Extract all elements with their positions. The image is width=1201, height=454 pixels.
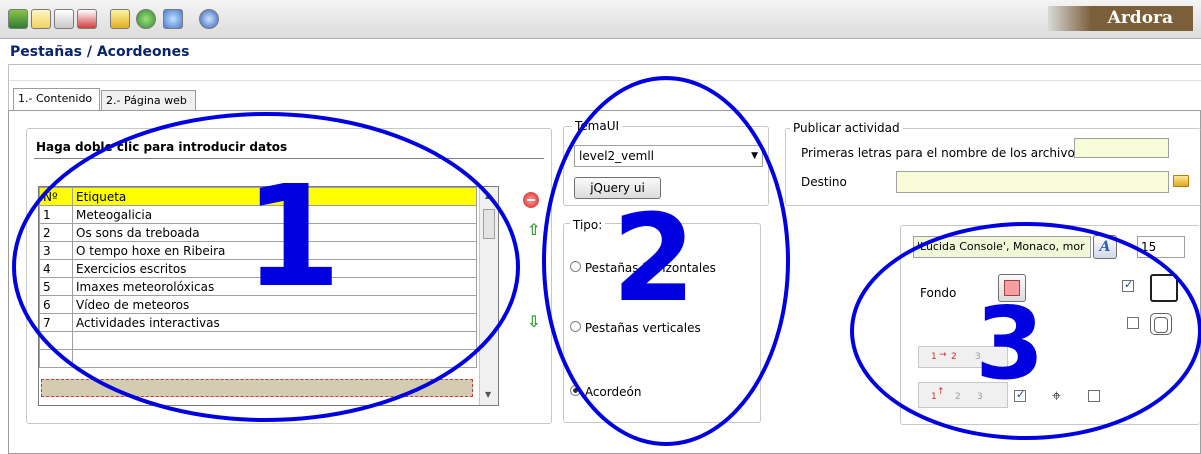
divider xyxy=(8,80,1201,81)
checkbox-icon-mid[interactable] xyxy=(1127,317,1139,329)
radio-icon[interactable] xyxy=(570,261,581,272)
theme-group-label: TemaUI xyxy=(572,119,623,133)
move-up-icon[interactable]: ⇧ xyxy=(527,220,540,239)
move-down-icon[interactable]: ⇩ xyxy=(527,312,540,331)
font-input[interactable]: 'Lucida Console', Monaco, mor xyxy=(913,236,1091,258)
theme-select-value: level2_vemll xyxy=(579,149,655,163)
options-icon[interactable] xyxy=(110,9,130,29)
cursor-style-button[interactable] xyxy=(1150,274,1178,302)
new-icon[interactable] xyxy=(31,9,51,29)
chevron-down-icon[interactable]: ▼ xyxy=(751,146,758,166)
rounded-corner-button[interactable] xyxy=(1150,313,1172,335)
destination-input[interactable] xyxy=(896,171,1169,193)
row-number: 3 xyxy=(39,241,73,260)
exit-icon[interactable] xyxy=(8,9,28,29)
tab-pagina-web[interactable]: 2.- Página web xyxy=(101,90,196,110)
minus-mark xyxy=(524,194,538,206)
column-header-number: Nº xyxy=(39,187,73,206)
table-row[interactable] xyxy=(39,331,477,350)
background-label: Fondo xyxy=(920,286,957,300)
checkbox-icon-bottom-2[interactable] xyxy=(1088,390,1100,402)
radio-selected-icon[interactable] xyxy=(570,385,581,396)
annotation-number-3: 3 xyxy=(975,285,1045,402)
annotation-number-1: 1 xyxy=(244,156,342,319)
data-heading: Haga doble clic para introducir datos xyxy=(36,140,288,154)
font-size-value: 15 xyxy=(1141,240,1157,254)
grid-scrollbar[interactable]: ▲ ▼ xyxy=(479,187,498,405)
preview-icon[interactable] xyxy=(163,9,183,29)
radio-accordion[interactable]: Acordeón xyxy=(570,385,641,399)
theme-select[interactable]: level2_vemll ▼ xyxy=(574,145,763,167)
step-label: 2 xyxy=(955,392,961,402)
radio-label: Acordeón xyxy=(584,385,642,399)
type-group-label: Tipo: xyxy=(570,218,606,232)
checkbox-icon-top[interactable]: ✓ xyxy=(1122,278,1134,292)
page-title: Pestañas / Acordeones xyxy=(10,44,190,60)
scrollbar-thumb[interactable] xyxy=(483,209,495,239)
scroll-down-icon[interactable]: ▼ xyxy=(485,390,491,399)
publish-group-label: Publicar actividad xyxy=(790,121,903,135)
folder-icon[interactable] xyxy=(1173,175,1189,187)
scroll-up-icon[interactable]: ▲ xyxy=(485,191,491,200)
row-number: 2 xyxy=(39,223,73,242)
divider xyxy=(8,64,1201,65)
font-size-stepper[interactable]: 15 xyxy=(1137,236,1185,258)
help-icon[interactable] xyxy=(199,9,219,29)
tab-contenido[interactable]: 1.- Contenido xyxy=(13,88,100,111)
row-number: 7 xyxy=(39,313,73,332)
row-number: 1 xyxy=(39,205,73,224)
pointer-effect-icon[interactable]: ⌖ xyxy=(1052,386,1061,406)
step-label: 1 xyxy=(931,392,937,402)
annotation-number-2: 2 xyxy=(612,190,696,329)
step-label: 2 xyxy=(951,352,957,362)
destination-label: Destino xyxy=(801,175,847,189)
table-row[interactable] xyxy=(39,349,477,368)
arrow-right-icon: → xyxy=(939,350,947,360)
font-picker-icon[interactable]: A xyxy=(1093,235,1117,259)
save-as-icon[interactable] xyxy=(77,9,97,29)
radio-icon[interactable] xyxy=(570,321,581,332)
prefix-label: Primeras letras para el nombre de los ar… xyxy=(801,146,1082,160)
toolbar: Ardora xyxy=(0,0,1201,39)
web-icon[interactable] xyxy=(136,9,156,29)
arrow-up-icon: ↑ xyxy=(937,387,945,397)
step-label: 1 xyxy=(931,352,937,362)
app-brand: Ardora xyxy=(1047,6,1193,31)
save-icon[interactable] xyxy=(54,9,74,29)
row-number: 5 xyxy=(39,277,73,296)
prefix-input[interactable] xyxy=(1074,138,1169,158)
new-row-input[interactable] xyxy=(41,379,473,397)
row-number: 4 xyxy=(39,259,73,278)
row-number: 6 xyxy=(39,295,73,314)
